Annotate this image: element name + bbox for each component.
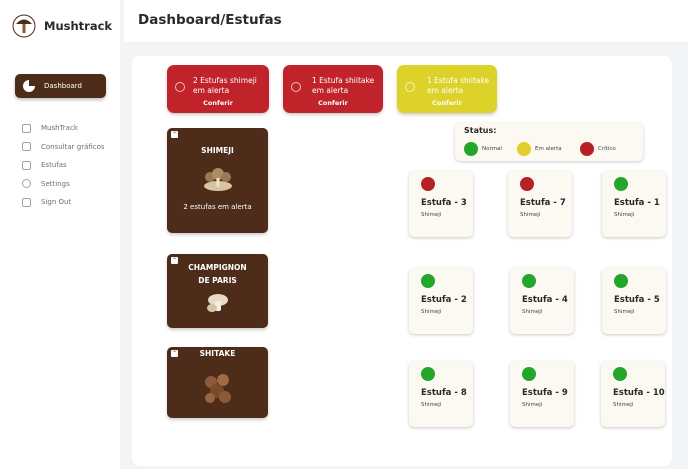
estufa-card-7[interactable]: Estufa - 7 Shimeji [508,171,572,237]
sidebar-item-label: Consultar gráficos [41,142,105,151]
alert-text: 1 Estufa shiitake em alerta [312,76,375,95]
sidebar-item-label: Settings [41,179,70,188]
status-dot-icon [614,177,628,191]
shimeji-image-icon [204,168,232,191]
estufa-name: Estufa - 9 [522,388,568,398]
estufa-name: Estufa - 7 [520,198,566,208]
estufa-card-2[interactable]: Estufa - 2 Shimeji [409,268,473,334]
sidebar-item-consultar-graficos[interactable]: Consultar gráficos [22,138,105,157]
estufa-name: Estufa - 2 [421,295,467,305]
list-icon [22,123,31,133]
brand[interactable]: Mushtrack [12,12,112,40]
sign-out-icon [22,197,31,207]
status-dot-icon [614,274,628,288]
pie-chart-icon [23,80,35,92]
estufa-name: Estufa - 5 [614,295,660,305]
estufa-card-1[interactable]: Estufa - 1 Shimeji [602,171,666,237]
alert-text: 1 Estufa shiitake em alerta [427,76,490,95]
estufa-name: Estufa - 4 [522,295,568,305]
status-dot-icon [517,142,531,156]
status-dot-icon [464,142,478,156]
conferir-button[interactable]: Conferir [167,99,269,107]
type-card-champignon[interactable]: ⌃ CHAMPIGNON DE PARIS [167,254,268,328]
legend-item-critico: Crítico [580,142,616,156]
alert-text: 2 Estufas shimeji em alerta [193,76,257,95]
status-title: Status: [464,126,497,135]
sidebar-item-label: MushTrack [41,124,78,133]
topbar: Dashboard/Estufas [124,0,688,42]
estufa-card-4[interactable]: Estufa - 4 Shimeji [510,268,574,334]
warning-icon [175,82,185,92]
legend-label: Crítico [598,146,616,152]
app-name: Mushtrack [44,19,113,33]
sidebar-item-settings[interactable]: Settings [22,175,105,194]
status-dot-icon [421,367,435,381]
estufa-card-8[interactable]: Estufa - 8 Shimeji [409,361,473,427]
type-card-shitake[interactable]: ⌃ SHITAKE [167,347,268,418]
type-title: SHIMEJI [201,146,234,155]
sidebar-item-label: Estufas [41,161,67,170]
estufa-type: Shimeji [421,212,442,218]
estufa-type: Shimeji [421,402,442,408]
sidebar-item-label: Dashboard [44,82,82,90]
sidebar-item-sign-out[interactable]: Sign Out [22,193,105,212]
type-title: SHITAKE [199,349,236,358]
alert-card-shimeji[interactable]: 2 Estufas shimeji em alerta Conferir [167,65,269,113]
estufa-type: Shimeji [613,402,634,408]
conferir-button[interactable]: Conferir [283,99,383,107]
estufa-card-9[interactable]: Estufa - 9 Shimeji [510,361,574,427]
status-dot-icon [580,142,594,156]
folder-icon [22,160,31,170]
warning-icon [405,82,415,92]
alert-card-shiitake-critical[interactable]: 1 Estufa shiitake em alerta Conferir [283,65,383,113]
legend-label: Normal [482,146,502,152]
bar-chart-icon [22,142,31,152]
estufa-card-5[interactable]: Estufa - 5 Shimeji [602,268,666,334]
sidebar-item-dashboard[interactable]: Dashboard [15,74,106,98]
type-card-shimeji[interactable]: ⌃ SHIMEJI 2 estufas em alerta [167,128,268,233]
mushroom-logo-icon [12,14,36,38]
shitake-image-icon [205,374,231,403]
sidebar-nav: MushTrack Consultar gráficos Estufas Set… [22,119,105,212]
warning-icon [291,82,301,92]
status-dot-icon [522,367,536,381]
estufa-card-3[interactable]: Estufa - 3 Shimeji [409,171,473,237]
status-legend: Status: Normal Em alerta Crítico [455,123,643,161]
sidebar: Mushtrack Dashboard MushTrack Consultar … [0,0,120,469]
estufa-type: Shimeji [614,212,635,218]
status-dot-icon [421,177,435,191]
sidebar-item-label: Sign Out [41,198,72,207]
estufa-card-10[interactable]: Estufa - 10 Shimeji [601,361,665,427]
estufa-name: Estufa - 3 [421,198,467,208]
estufa-name: Estufa - 10 [613,388,665,398]
collapse-icon[interactable]: ⌃ [171,131,178,138]
status-dot-icon [421,274,435,288]
legend-item-normal: Normal [464,142,502,156]
estufa-name: Estufa - 8 [421,388,467,398]
estufa-type: Shimeji [522,309,543,315]
status-dot-icon [613,367,627,381]
gear-icon [22,179,31,189]
estufa-type: Shimeji [520,212,541,218]
estufa-type: Shimeji [421,309,442,315]
status-dot-icon [520,177,534,191]
sidebar-item-estufas[interactable]: Estufas [22,156,105,175]
estufa-type: Shimeji [614,309,635,315]
legend-item-em-alerta: Em alerta [517,142,562,156]
estufa-name: Estufa - 1 [614,198,660,208]
page-title: Dashboard/Estufas [138,12,282,28]
conferir-button[interactable]: Conferir [397,99,497,107]
status-dot-icon [522,274,536,288]
legend-label: Em alerta [535,146,562,152]
alert-card-shiitake-warning[interactable]: 1 Estufa shiitake em alerta Conferir [397,65,497,113]
type-title: CHAMPIGNON DE PARIS [188,263,247,285]
type-subtitle: 2 estufas em alerta [183,203,252,211]
sidebar-item-mushtrack[interactable]: MushTrack [22,119,105,138]
champignon-image-icon [207,294,228,312]
estufa-type: Shimeji [522,402,543,408]
